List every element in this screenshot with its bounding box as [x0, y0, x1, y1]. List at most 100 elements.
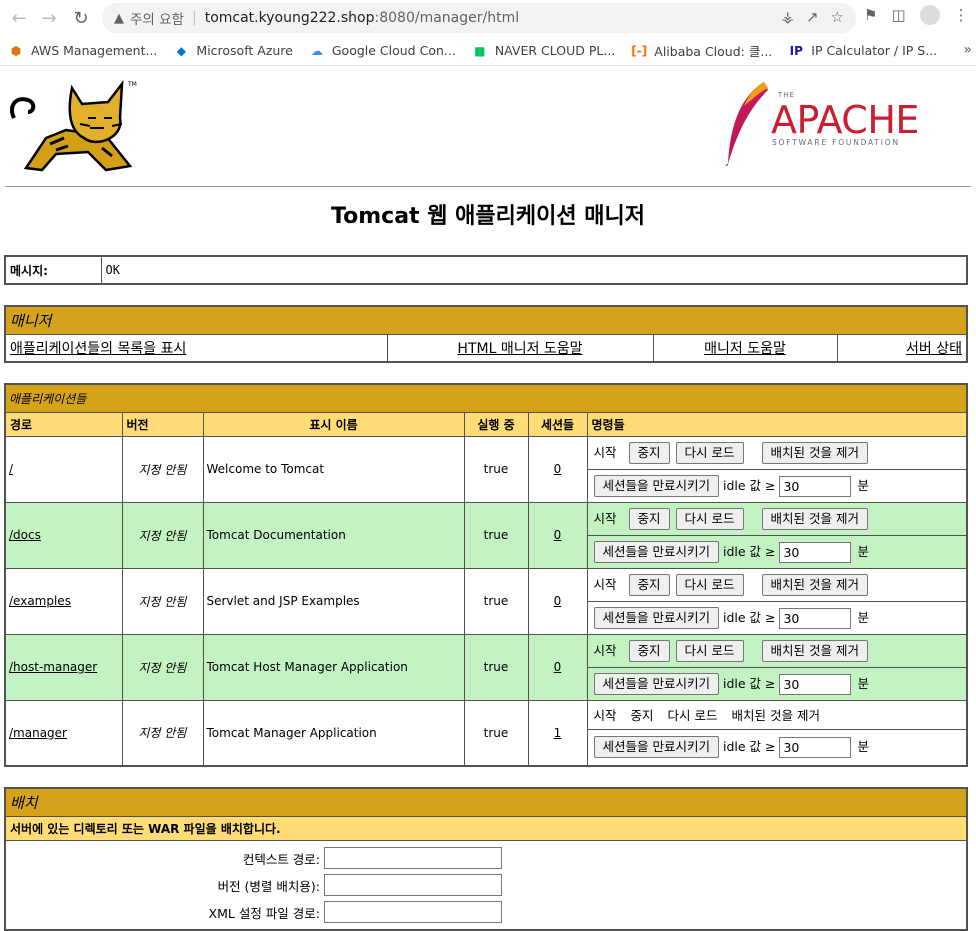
reload-icon[interactable]: ↻ [68, 5, 94, 31]
header-logos: TM THE APACHE SOFTWARE FOUNDATION [0, 66, 976, 186]
forward-icon[interactable]: → [36, 5, 62, 31]
warning-icon[interactable]: ▲ [114, 11, 124, 26]
sessions-cell: 0 [527, 633, 588, 701]
reload-button[interactable]: 다시 로드 [675, 573, 744, 596]
sessions-link[interactable]: 0 [554, 528, 562, 542]
table-row: /examples 지정 안됨 Servlet and JSP Examples tr… [4, 567, 968, 635]
sessions-cell: 0 [527, 435, 588, 503]
applications-heading: 애플리케이션들 [4, 383, 968, 413]
manager-link-cell: 애플리케이션들의 목록을 표시 [4, 333, 388, 363]
idle-input[interactable]: 30 [779, 541, 852, 563]
stop-button[interactable]: 중지 [628, 639, 670, 662]
idle-input[interactable]: 30 [779, 607, 852, 629]
table-row: /docs 지정 안됨 Tomcat Documentation true 0 시작 중지 다… [4, 501, 968, 569]
message-value: OK [100, 255, 968, 285]
bookmark-item[interactable]: ⬢ AWS Management... [8, 43, 158, 59]
start-label: 시작 [593, 510, 617, 526]
address-bar[interactable]: ▲ 주의 요함 | tomcat.kyoung222.shop:8080/man… [102, 3, 856, 33]
version-input[interactable] [324, 874, 502, 896]
column-header-version: 버전 [121, 411, 204, 437]
expire-sessions-button[interactable]: 세션들을 만료시키기 [593, 606, 719, 629]
idle-input[interactable]: 30 [779, 737, 852, 759]
idle-input[interactable]: 30 [779, 673, 852, 695]
sessions-link[interactable]: 0 [554, 462, 562, 476]
sessions-link[interactable]: 0 [554, 594, 562, 608]
back-icon[interactable]: ← [6, 5, 32, 31]
app-commands: 시작 중지 다시 로드 배치된 것을 제거 [586, 567, 968, 602]
profile-avatar[interactable] [919, 5, 940, 25]
manager-link-cell: HTML 매니저 도움말 [386, 333, 654, 363]
expire-sessions-button[interactable]: 세션들을 만료시키기 [593, 736, 719, 759]
app-path-link[interactable]: /host-manager [9, 660, 97, 674]
column-header-sessions: 세션들 [527, 411, 588, 437]
sessions-link[interactable]: 0 [554, 660, 562, 674]
bookmark-item[interactable]: IP IP Calculator / IP S... [788, 43, 938, 59]
app-path-link[interactable]: /manager [9, 726, 67, 740]
deploy-row-context-path: 컨텍스트 경로: [7, 845, 965, 872]
bookmark-label: AWS Management... [31, 43, 158, 58]
display-name-cell: Welcome to Tomcat [202, 435, 465, 503]
reload-button[interactable]: 다시 로드 [675, 441, 744, 464]
idle-label: idle 값 ≥ [722, 675, 776, 691]
expire-sessions-button[interactable]: 세션들을 만료시키기 [593, 540, 719, 563]
reload-button[interactable]: 다시 로드 [675, 507, 744, 530]
xml-config-input[interactable] [324, 901, 502, 923]
menu-icon[interactable]: ⋮ [954, 6, 969, 26]
bookmark-item[interactable]: ■ NAVER CLOUD PL... [472, 43, 615, 59]
app-path-link[interactable]: / [9, 462, 13, 476]
security-label[interactable]: 주의 요함 [130, 8, 184, 28]
table-row: / 지정 안됨 Welcome to Tomcat true 0 시작 중지 다시 로드 배치된… [4, 435, 968, 503]
bookmarks-more-icon[interactable]: » [963, 42, 972, 58]
app-path-link[interactable]: /docs [9, 528, 41, 542]
undeploy-button[interactable]: 배치된 것을 제거 [761, 507, 868, 530]
key-icon[interactable]: ⚶ [781, 8, 794, 26]
column-header-running: 실행 중 [463, 411, 529, 437]
reload-button[interactable]: 다시 로드 [675, 639, 744, 662]
bookmark-label: IP Calculator / IP S... [811, 43, 938, 58]
undeploy-button[interactable]: 배치된 것을 제거 [761, 441, 868, 464]
idle-label: idle 값 ≥ [722, 739, 776, 755]
path-cell: / [4, 435, 123, 503]
tomcat-logo[interactable]: TM [6, 78, 140, 174]
star-icon[interactable]: ☆ [831, 8, 844, 26]
path-cell: /host-manager [4, 633, 123, 701]
url-host[interactable]: tomcat.kyoung222.shop [205, 10, 375, 26]
bookmark-label: NAVER CLOUD PL... [494, 43, 616, 58]
server-status-link[interactable]: 서버 상태 [906, 341, 962, 357]
path-cell: /manager [4, 699, 123, 767]
sessions-cell: 0 [527, 567, 588, 635]
stop-button[interactable]: 중지 [628, 507, 670, 530]
idle-input[interactable]: 30 [779, 475, 852, 497]
manager-link-cell: 서버 상태 [836, 333, 968, 363]
display-name-cell: Servlet and JSP Examples [202, 567, 465, 635]
url-path[interactable]: :8080/manager/html [375, 10, 520, 26]
apache-logo[interactable]: THE APACHE SOFTWARE FOUNDATION [724, 80, 934, 170]
sessions-link[interactable]: 1 [554, 726, 562, 740]
applications-table: 애플리케이션들 경로 버전 표시 이름 실행 중 세션들 명령들 / 지정 안됨 W… [4, 383, 968, 767]
session-expire-commands: 세션들을 만료시키기 idle 값 ≥30 분 [586, 728, 968, 767]
bookmark-item[interactable]: ◆ Microsoft Azure [173, 43, 293, 59]
running-cell: true [463, 435, 529, 503]
list-applications-link[interactable]: 애플리케이션들의 목록을 표시 [10, 341, 186, 357]
side-panel-icon[interactable]: ◫ [891, 6, 905, 26]
version-label: 버전 (병렬 배치용): [217, 878, 320, 894]
bookmark-item[interactable]: [-] Alibaba Cloud: 클... [631, 41, 772, 60]
manager-help-link[interactable]: 매니저 도움말 [704, 341, 786, 357]
html-manager-help-link[interactable]: HTML 매니저 도움말 [457, 341, 582, 357]
deploy-heading: 배치 [4, 787, 968, 817]
applications-body: / 지정 안됨 Welcome to Tomcat true 0 시작 중지 다시 로드 배치된… [4, 435, 968, 767]
extensions-icon[interactable]: ⚑ [864, 6, 877, 26]
path-cell: /docs [4, 501, 123, 569]
context-path-input[interactable] [324, 847, 502, 869]
stop-button[interactable]: 중지 [628, 441, 670, 464]
bookmark-item[interactable]: ☁ Google Cloud Con... [309, 43, 456, 59]
expire-sessions-button[interactable]: 세션들을 만료시키기 [593, 474, 719, 497]
stop-button[interactable]: 중지 [628, 573, 670, 596]
app-path-link[interactable]: /examples [9, 594, 71, 608]
manager-table: 매니저 애플리케이션들의 목록을 표시 HTML 매니저 도움말 매니저 도움말… [4, 305, 968, 363]
bookmark-label: Google Cloud Con... [331, 43, 456, 58]
expire-sessions-button[interactable]: 세션들을 만료시키기 [593, 672, 719, 695]
undeploy-button[interactable]: 배치된 것을 제거 [761, 639, 868, 662]
share-icon[interactable]: ↗ [806, 8, 819, 26]
undeploy-button[interactable]: 배치된 것을 제거 [761, 573, 868, 596]
